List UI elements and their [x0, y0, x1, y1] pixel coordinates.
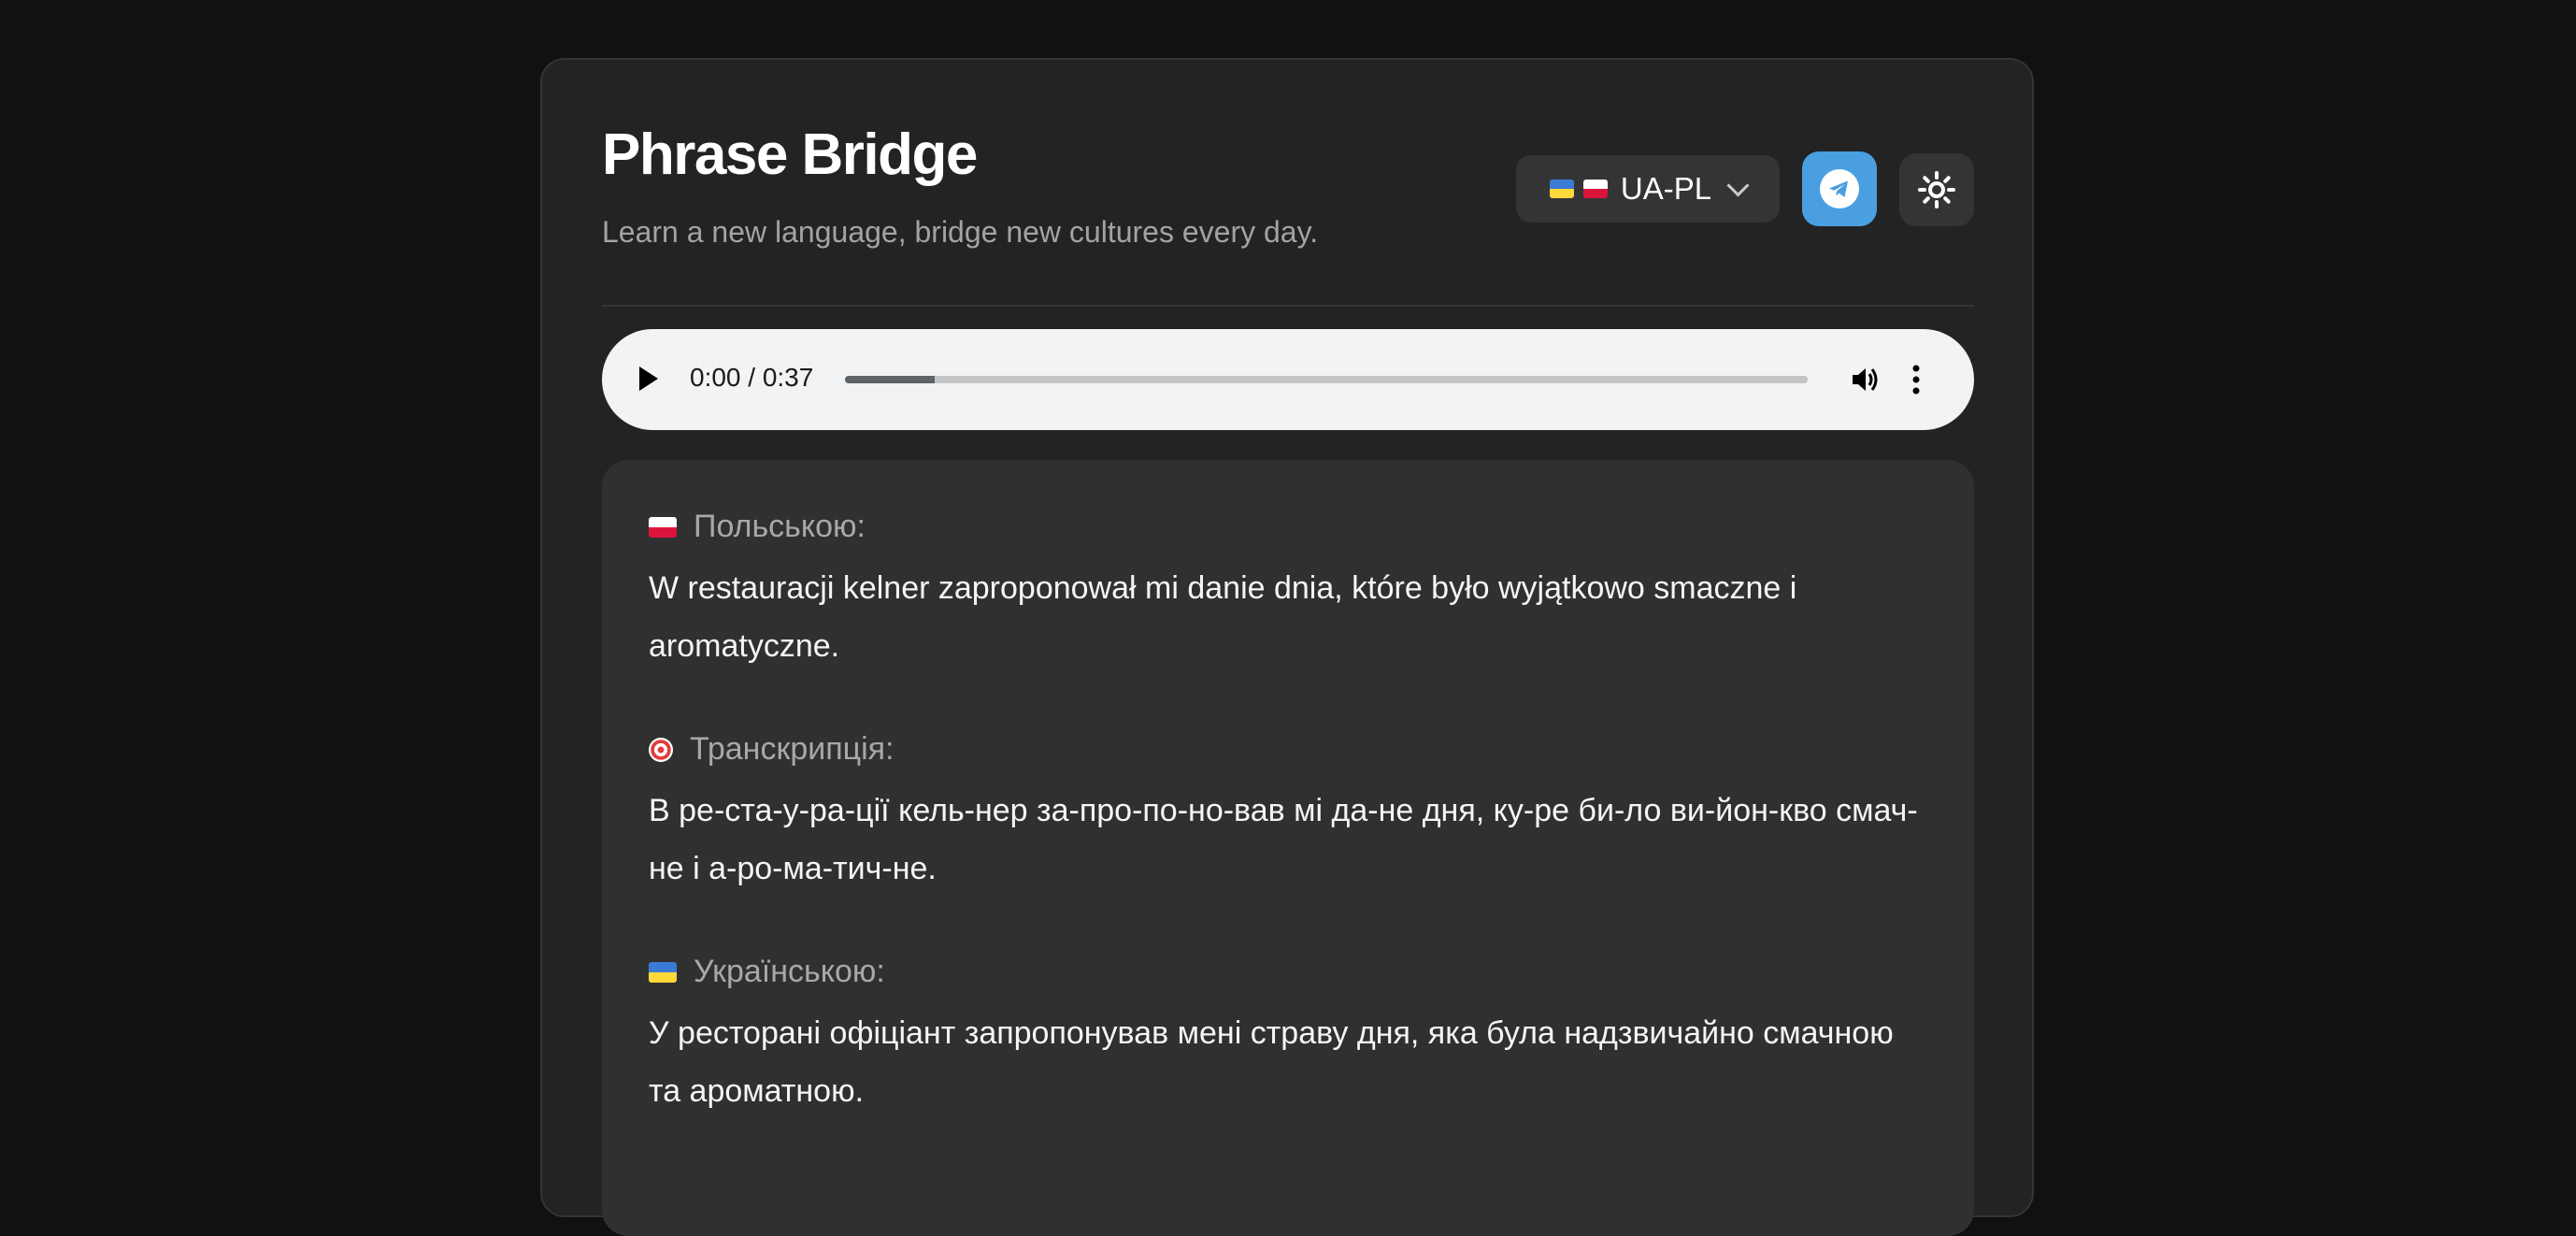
phrase-panel: Польською: W restauracji kelner zapropon…	[602, 460, 1974, 1236]
sun-icon	[1918, 171, 1955, 208]
transcription-label-text: Транскрипція:	[690, 731, 894, 767]
language-pair-select[interactable]: UA-PL	[1516, 155, 1780, 223]
audio-progress-fill	[845, 376, 935, 383]
header-divider	[602, 305, 1974, 307]
transcription-text: В ре-ста-у-ра-ції кель-нер за-про-по-но-…	[649, 793, 1918, 886]
telegram-icon	[1820, 169, 1859, 208]
ua-flag-icon	[1549, 180, 1574, 198]
page-title: Phrase Bridge	[602, 122, 978, 187]
page-subtitle: Learn a new language, bridge new culture…	[602, 215, 1319, 249]
play-icon[interactable]	[639, 366, 658, 391]
ukrainian-phrase-text: У ресторані офіціант запропонував мені с…	[649, 1015, 1894, 1109]
target-icon	[649, 737, 673, 762]
transcription-section-label: Транскрипція:	[649, 731, 894, 768]
audio-time: 0:00 / 0:37	[690, 363, 814, 392]
ukrainian-label-text: Українською:	[694, 954, 885, 989]
telegram-button[interactable]	[1802, 151, 1877, 226]
volume-icon[interactable]	[1849, 363, 1882, 396]
ua-flag-icon	[649, 961, 677, 983]
polish-section-label: Польською:	[649, 509, 866, 545]
chevron-down-icon	[1726, 173, 1750, 197]
theme-toggle-button[interactable]	[1899, 153, 1974, 226]
polish-label-text: Польською:	[694, 509, 866, 544]
ukrainian-section-label: Українською:	[649, 954, 885, 990]
more-options-icon[interactable]	[1907, 363, 1925, 396]
pl-flag-icon	[649, 516, 677, 538]
language-pair-label: UA-PL	[1620, 171, 1712, 206]
audio-player[interactable]: 0:00 / 0:37	[602, 329, 1974, 430]
audio-progress-bar[interactable]	[845, 376, 1808, 383]
language-flags	[1549, 180, 1608, 198]
app-card: Phrase Bridge Learn a new language, brid…	[540, 58, 2034, 1236]
polish-phrase-text: W restauracji kelner zaproponował mi dan…	[649, 570, 1797, 664]
pl-flag-icon	[1582, 180, 1608, 198]
